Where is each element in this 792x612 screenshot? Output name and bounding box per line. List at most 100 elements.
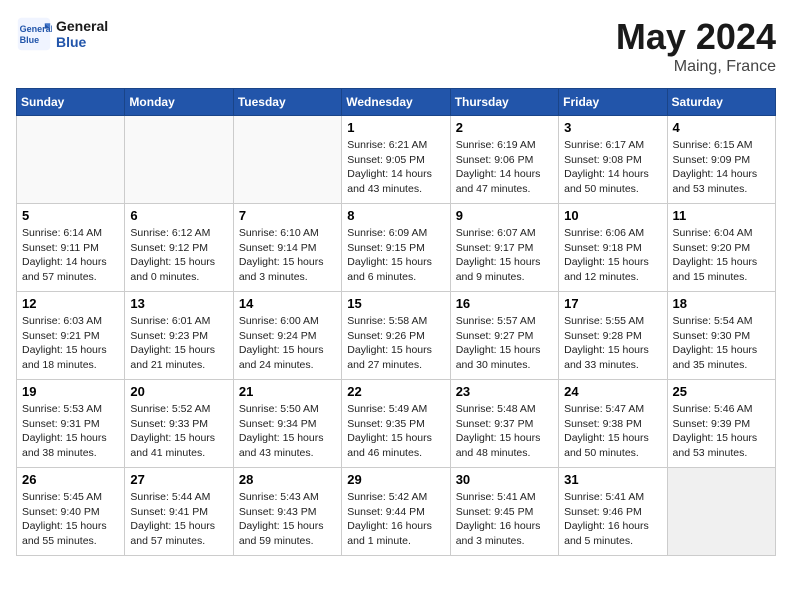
calendar-cell: 2 Sunrise: 6:19 AM Sunset: 9:06 PM Daylig… xyxy=(450,116,558,204)
day-number: 23 xyxy=(456,384,553,399)
day-info: Sunrise: 6:17 AM Sunset: 9:08 PM Dayligh… xyxy=(564,138,661,197)
day-info: Sunrise: 6:00 AM Sunset: 9:24 PM Dayligh… xyxy=(239,314,336,373)
calendar-cell: 31 Sunrise: 5:41 AM Sunset: 9:46 PM Dayli… xyxy=(559,468,667,556)
day-info: Sunrise: 5:49 AM Sunset: 9:35 PM Dayligh… xyxy=(347,402,444,461)
day-number: 9 xyxy=(456,208,553,223)
weekday-header: Tuesday xyxy=(233,89,341,116)
calendar-cell xyxy=(17,116,125,204)
calendar-cell: 15 Sunrise: 5:58 AM Sunset: 9:26 PM Dayli… xyxy=(342,292,450,380)
calendar-cell: 27 Sunrise: 5:44 AM Sunset: 9:41 PM Dayli… xyxy=(125,468,233,556)
day-number: 28 xyxy=(239,472,336,487)
day-number: 1 xyxy=(347,120,444,135)
calendar-cell: 10 Sunrise: 6:06 AM Sunset: 9:18 PM Dayli… xyxy=(559,204,667,292)
day-info: Sunrise: 5:55 AM Sunset: 9:28 PM Dayligh… xyxy=(564,314,661,373)
day-number: 5 xyxy=(22,208,119,223)
day-info: Sunrise: 5:48 AM Sunset: 9:37 PM Dayligh… xyxy=(456,402,553,461)
day-info: Sunrise: 5:43 AM Sunset: 9:43 PM Dayligh… xyxy=(239,490,336,549)
day-info: Sunrise: 6:04 AM Sunset: 9:20 PM Dayligh… xyxy=(673,226,770,285)
day-number: 24 xyxy=(564,384,661,399)
day-info: Sunrise: 5:41 AM Sunset: 9:45 PM Dayligh… xyxy=(456,490,553,549)
day-info: Sunrise: 5:42 AM Sunset: 9:44 PM Dayligh… xyxy=(347,490,444,549)
calendar-table: SundayMondayTuesdayWednesdayThursdayFrid… xyxy=(16,88,776,556)
day-number: 14 xyxy=(239,296,336,311)
calendar-cell: 19 Sunrise: 5:53 AM Sunset: 9:31 PM Dayli… xyxy=(17,380,125,468)
calendar-cell: 16Sunrise: 5:57 AM Sunset: 9:27 PM Dayli… xyxy=(450,292,558,380)
calendar-cell: 12 Sunrise: 6:03 AM Sunset: 9:21 PM Dayli… xyxy=(17,292,125,380)
day-info: Sunrise: 5:57 AM Sunset: 9:27 PM Dayligh… xyxy=(456,314,553,373)
day-info: Sunrise: 5:53 AM Sunset: 9:31 PM Dayligh… xyxy=(22,402,119,461)
calendar-cell: 3 Sunrise: 6:17 AM Sunset: 9:08 PM Daylig… xyxy=(559,116,667,204)
logo-text: General Blue xyxy=(56,18,108,50)
day-info: Sunrise: 6:07 AM Sunset: 9:17 PM Dayligh… xyxy=(456,226,553,285)
calendar-cell: 21 Sunrise: 5:50 AM Sunset: 9:34 PM Dayli… xyxy=(233,380,341,468)
day-info: Sunrise: 6:14 AM Sunset: 9:11 PM Dayligh… xyxy=(22,226,119,285)
calendar-cell xyxy=(125,116,233,204)
day-number: 30 xyxy=(456,472,553,487)
calendar-cell: 25 Sunrise: 5:46 AM Sunset: 9:39 PM Dayli… xyxy=(667,380,775,468)
logo: General Blue General Blue xyxy=(16,16,108,52)
day-number: 19 xyxy=(22,384,119,399)
day-info: Sunrise: 6:01 AM Sunset: 9:23 PM Dayligh… xyxy=(130,314,227,373)
day-info: Sunrise: 5:50 AM Sunset: 9:34 PM Dayligh… xyxy=(239,402,336,461)
day-info: Sunrise: 6:21 AM Sunset: 9:05 PM Dayligh… xyxy=(347,138,444,197)
day-number: 25 xyxy=(673,384,770,399)
calendar-cell: 30 Sunrise: 5:41 AM Sunset: 9:45 PM Dayli… xyxy=(450,468,558,556)
calendar-cell: 23 Sunrise: 5:48 AM Sunset: 9:37 PM Dayli… xyxy=(450,380,558,468)
month-title: May 2024 xyxy=(616,16,776,58)
day-number: 27 xyxy=(130,472,227,487)
day-number: 8 xyxy=(347,208,444,223)
day-number: 4 xyxy=(673,120,770,135)
svg-text:Blue: Blue xyxy=(20,35,40,45)
day-number: 7 xyxy=(239,208,336,223)
day-info: Sunrise: 5:41 AM Sunset: 9:46 PM Dayligh… xyxy=(564,490,661,549)
day-number: 18 xyxy=(673,296,770,311)
day-info: Sunrise: 6:03 AM Sunset: 9:21 PM Dayligh… xyxy=(22,314,119,373)
calendar-cell: 5 Sunrise: 6:14 AM Sunset: 9:11 PM Daylig… xyxy=(17,204,125,292)
weekday-header: Thursday xyxy=(450,89,558,116)
calendar-cell: 14 Sunrise: 6:00 AM Sunset: 9:24 PM Dayli… xyxy=(233,292,341,380)
day-number: 26 xyxy=(22,472,119,487)
calendar-header: SundayMondayTuesdayWednesdayThursdayFrid… xyxy=(17,89,776,116)
calendar-cell: 28 Sunrise: 5:43 AM Sunset: 9:43 PM Dayli… xyxy=(233,468,341,556)
day-info: Sunrise: 6:12 AM Sunset: 9:12 PM Dayligh… xyxy=(130,226,227,285)
day-number: 15 xyxy=(347,296,444,311)
calendar-cell xyxy=(233,116,341,204)
calendar-cell: 9 Sunrise: 6:07 AM Sunset: 9:17 PM Daylig… xyxy=(450,204,558,292)
calendar-cell: 13 Sunrise: 6:01 AM Sunset: 9:23 PM Dayli… xyxy=(125,292,233,380)
weekday-header: Wednesday xyxy=(342,89,450,116)
weekday-header: Sunday xyxy=(17,89,125,116)
day-number: 21 xyxy=(239,384,336,399)
day-info: Sunrise: 6:06 AM Sunset: 9:18 PM Dayligh… xyxy=(564,226,661,285)
day-info: Sunrise: 5:45 AM Sunset: 9:40 PM Dayligh… xyxy=(22,490,119,549)
calendar-cell: 22Sunrise: 5:49 AM Sunset: 9:35 PM Dayli… xyxy=(342,380,450,468)
calendar-cell: 24 Sunrise: 5:47 AM Sunset: 9:38 PM Dayli… xyxy=(559,380,667,468)
day-number: 29 xyxy=(347,472,444,487)
day-info: Sunrise: 5:46 AM Sunset: 9:39 PM Dayligh… xyxy=(673,402,770,461)
location-title: Maing, France xyxy=(616,58,776,76)
day-number: 12 xyxy=(22,296,119,311)
day-number: 2 xyxy=(456,120,553,135)
calendar-cell: 6Sunrise: 6:12 AM Sunset: 9:12 PM Daylig… xyxy=(125,204,233,292)
day-info: Sunrise: 5:54 AM Sunset: 9:30 PM Dayligh… xyxy=(673,314,770,373)
page-header: General Blue General Blue May 2024 Maing… xyxy=(16,16,776,76)
day-info: Sunrise: 6:10 AM Sunset: 9:14 PM Dayligh… xyxy=(239,226,336,285)
calendar-cell: 17 Sunrise: 5:55 AM Sunset: 9:28 PM Dayli… xyxy=(559,292,667,380)
day-info: Sunrise: 6:19 AM Sunset: 9:06 PM Dayligh… xyxy=(456,138,553,197)
day-info: Sunrise: 5:44 AM Sunset: 9:41 PM Dayligh… xyxy=(130,490,227,549)
day-number: 10 xyxy=(564,208,661,223)
day-info: Sunrise: 5:52 AM Sunset: 9:33 PM Dayligh… xyxy=(130,402,227,461)
calendar-cell: 20Sunrise: 5:52 AM Sunset: 9:33 PM Dayli… xyxy=(125,380,233,468)
day-info: Sunrise: 5:58 AM Sunset: 9:26 PM Dayligh… xyxy=(347,314,444,373)
calendar-cell: 7 Sunrise: 6:10 AM Sunset: 9:14 PM Daylig… xyxy=(233,204,341,292)
day-number: 31 xyxy=(564,472,661,487)
calendar-cell: 4Sunrise: 6:15 AM Sunset: 9:09 PM Daylig… xyxy=(667,116,775,204)
calendar-cell: 26 Sunrise: 5:45 AM Sunset: 9:40 PM Dayli… xyxy=(17,468,125,556)
calendar-cell: 29 Sunrise: 5:42 AM Sunset: 9:44 PM Dayli… xyxy=(342,468,450,556)
day-number: 13 xyxy=(130,296,227,311)
weekday-header: Saturday xyxy=(667,89,775,116)
day-number: 3 xyxy=(564,120,661,135)
calendar-cell xyxy=(667,468,775,556)
title-block: May 2024 Maing, France xyxy=(616,16,776,76)
day-number: 17 xyxy=(564,296,661,311)
day-info: Sunrise: 5:47 AM Sunset: 9:38 PM Dayligh… xyxy=(564,402,661,461)
